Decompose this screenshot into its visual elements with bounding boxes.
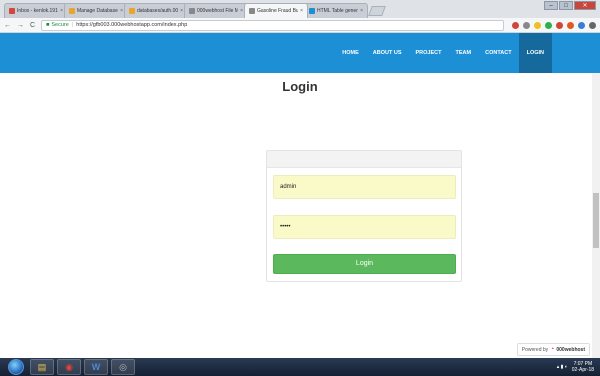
nav-link-contact[interactable]: CONTACT — [478, 33, 518, 73]
tray-icons[interactable]: ▴ ▮ ◐ — [557, 364, 568, 370]
extension-icon[interactable] — [556, 21, 563, 29]
os-taskbar: ▤ ◉ W ◎ ▴ ▮ ◐ 7:07 PM 02-Apr-18 — [0, 358, 600, 376]
minimize-button[interactable]: – — [544, 1, 558, 10]
brand-name: 000webhost — [556, 346, 585, 353]
word-icon[interactable]: W — [84, 359, 108, 375]
back-icon[interactable]: ← — [4, 22, 11, 29]
login-button[interactable]: Login — [273, 254, 456, 274]
page-title: Login — [282, 79, 318, 94]
browser-tab-strip: Inbox - kenlok.19120×Manage Databases×da… — [0, 0, 600, 18]
browser-tab[interactable]: 000webhost File Mana× — [184, 3, 248, 18]
nav-links: HOME ABOUT US PROJECT TEAM CONTACT LOGIN — [335, 33, 552, 73]
chrome-icon[interactable]: ◉ — [57, 359, 81, 375]
new-tab-button[interactable] — [368, 6, 386, 16]
clock[interactable]: 7:07 PM 02-Apr-18 — [572, 361, 594, 373]
site-navbar: HOME ABOUT US PROJECT TEAM CONTACT LOGIN — [0, 33, 600, 73]
nav-link-project[interactable]: PROJECT — [409, 33, 449, 73]
tab-label: databases/auth.000w — [137, 8, 179, 14]
username-field[interactable]: admin — [273, 175, 456, 199]
app-icon[interactable]: ◎ — [111, 359, 135, 375]
nav-link-about-us[interactable]: ABOUT US — [366, 33, 409, 73]
browser-tab[interactable]: Manage Databases × — [64, 3, 128, 18]
nav-link-home[interactable]: HOME — [335, 33, 366, 73]
menu-icon[interactable] — [589, 21, 596, 29]
key-icon[interactable] — [523, 21, 530, 29]
nav-link-login[interactable]: LOGIN — [518, 33, 552, 73]
tab-close-icon[interactable]: × — [360, 8, 363, 14]
tab-favicon-icon — [249, 8, 255, 14]
tab-close-icon[interactable]: × — [180, 8, 183, 14]
page-scrollbar[interactable] — [592, 73, 600, 358]
tab-close-icon[interactable]: × — [120, 8, 123, 14]
tab-favicon-icon — [189, 8, 195, 14]
extension-icon[interactable] — [578, 21, 585, 29]
lock-icon: ■ — [46, 22, 50, 28]
tab-label: HTML Table generato — [317, 8, 358, 14]
maximize-button[interactable]: □ — [559, 1, 573, 10]
tab-favicon-icon — [69, 8, 75, 14]
powered-by-badge[interactable]: Powered by ◔ 000webhost — [516, 343, 590, 356]
tab-close-icon[interactable]: × — [300, 8, 303, 14]
nav-link-team[interactable]: TEAM — [449, 33, 479, 73]
extension-icons — [512, 21, 596, 29]
tab-label: 000webhost File Mana — [197, 8, 238, 14]
file-explorer-icon[interactable]: ▤ — [30, 359, 54, 375]
tab-label: Inbox - kenlok.19120 — [17, 8, 58, 14]
tab-favicon-icon — [9, 8, 15, 14]
clock-date: 02-Apr-18 — [571, 367, 594, 373]
system-tray: ▴ ▮ ◐ 7:07 PM 02-Apr-18 — [557, 358, 594, 376]
tab-label: Gasoline Fraud Buster — [257, 8, 298, 14]
scrollbar-thumb[interactable] — [593, 193, 599, 248]
login-panel: admin ••••• Login — [266, 150, 462, 282]
browser-tab[interactable]: Gasoline Fraud Buster× — [244, 3, 308, 18]
extension-icon[interactable] — [567, 21, 574, 29]
powered-by-text: Powered by — [521, 346, 549, 353]
forward-icon[interactable]: → — [17, 22, 24, 29]
browser-tab[interactable]: Inbox - kenlok.19120× — [4, 3, 68, 18]
tab-close-icon[interactable]: × — [240, 8, 243, 14]
reload-icon[interactable]: C — [30, 22, 35, 29]
browser-toolbar: ← → C ■ Secure | https://gfb003.000webho… — [0, 18, 600, 33]
tab-favicon-icon — [129, 8, 135, 14]
browser-tab[interactable]: HTML Table generato× — [304, 3, 368, 18]
secure-label: Secure — [51, 22, 69, 28]
tab-label: Manage Databases — [77, 8, 119, 14]
password-field[interactable]: ••••• — [273, 215, 456, 239]
window-close-button[interactable]: ✕ — [574, 1, 596, 10]
window-controls: – □ ✕ — [544, 1, 596, 10]
url-text: https://gfb003.000webhostapp.com/index.p… — [76, 22, 188, 28]
tab-close-icon[interactable]: × — [60, 8, 63, 14]
webhost-logo-icon: ◔ — [550, 346, 555, 353]
address-separator: | — [71, 22, 74, 28]
tab-favicon-icon — [309, 8, 315, 14]
address-bar[interactable]: ■ Secure | https://gfb003.000webhostapp.… — [41, 19, 504, 31]
browser-tab[interactable]: databases/auth.000w× — [124, 3, 188, 18]
panel-header — [267, 151, 461, 168]
extension-icon[interactable] — [545, 21, 552, 29]
start-button[interactable] — [8, 359, 24, 375]
star-icon[interactable] — [534, 21, 541, 29]
extension-icon[interactable] — [512, 21, 519, 29]
